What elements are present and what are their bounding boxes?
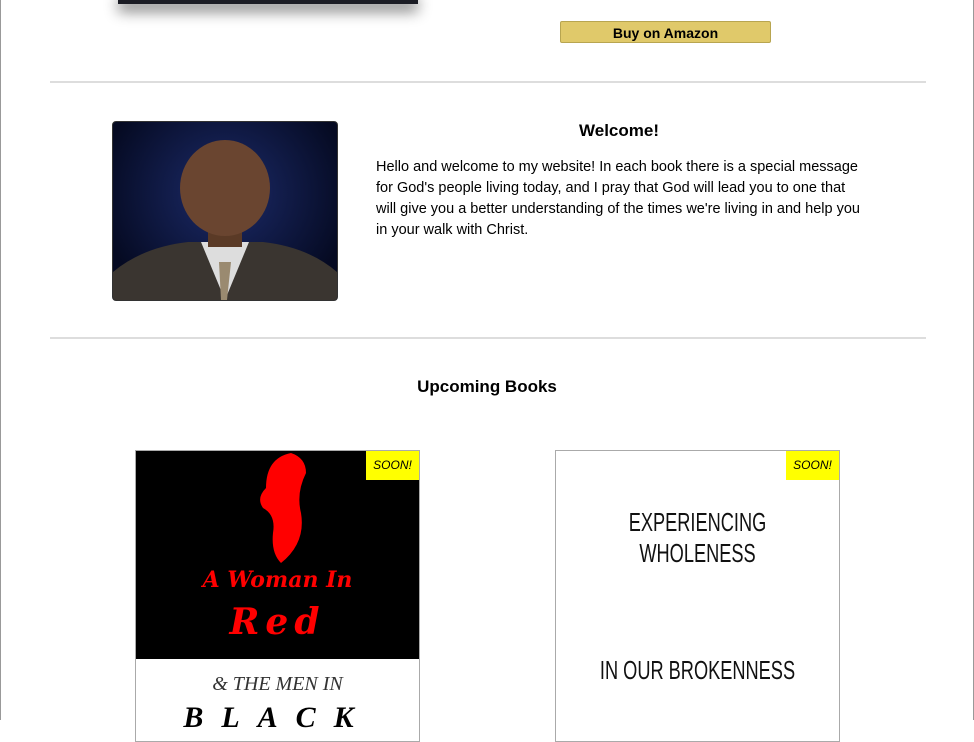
soon-badge: SOON! [366, 451, 419, 480]
soon-badge: SOON! [786, 451, 839, 480]
book-cover-image[interactable] [118, 0, 418, 4]
cover-title-line: & THE MEN IN [212, 673, 343, 695]
book-card-experiencing-wholeness[interactable]: EXPERIENCING WHOLENESS IN OUR BROKENNESS… [555, 450, 840, 742]
cover-title-line: A Woman In [202, 567, 353, 593]
author-photo [112, 121, 338, 301]
welcome-text: Hello and welcome to my website! In each… [376, 159, 860, 238]
divider [50, 337, 926, 339]
upcoming-books-heading: Upcoming Books [417, 377, 557, 396]
cover-title-line: BLACK [183, 701, 372, 734]
book-card-woman-in-red[interactable]: A Woman In Red & THE MEN IN BLACK SOON! [135, 450, 420, 742]
cover-title-line: EXPERIENCING WHOLENESS [628, 507, 767, 568]
woman-silhouette-icon [260, 453, 306, 563]
divider [50, 81, 926, 83]
welcome-heading: Welcome! [579, 121, 659, 140]
cover-title-line: IN OUR BROKENNESS [599, 655, 796, 685]
cover-title-line: Red [229, 601, 326, 643]
cover-top: A Woman In Red [136, 451, 419, 659]
buy-on-amazon-button[interactable]: Buy on Amazon [560, 21, 771, 43]
